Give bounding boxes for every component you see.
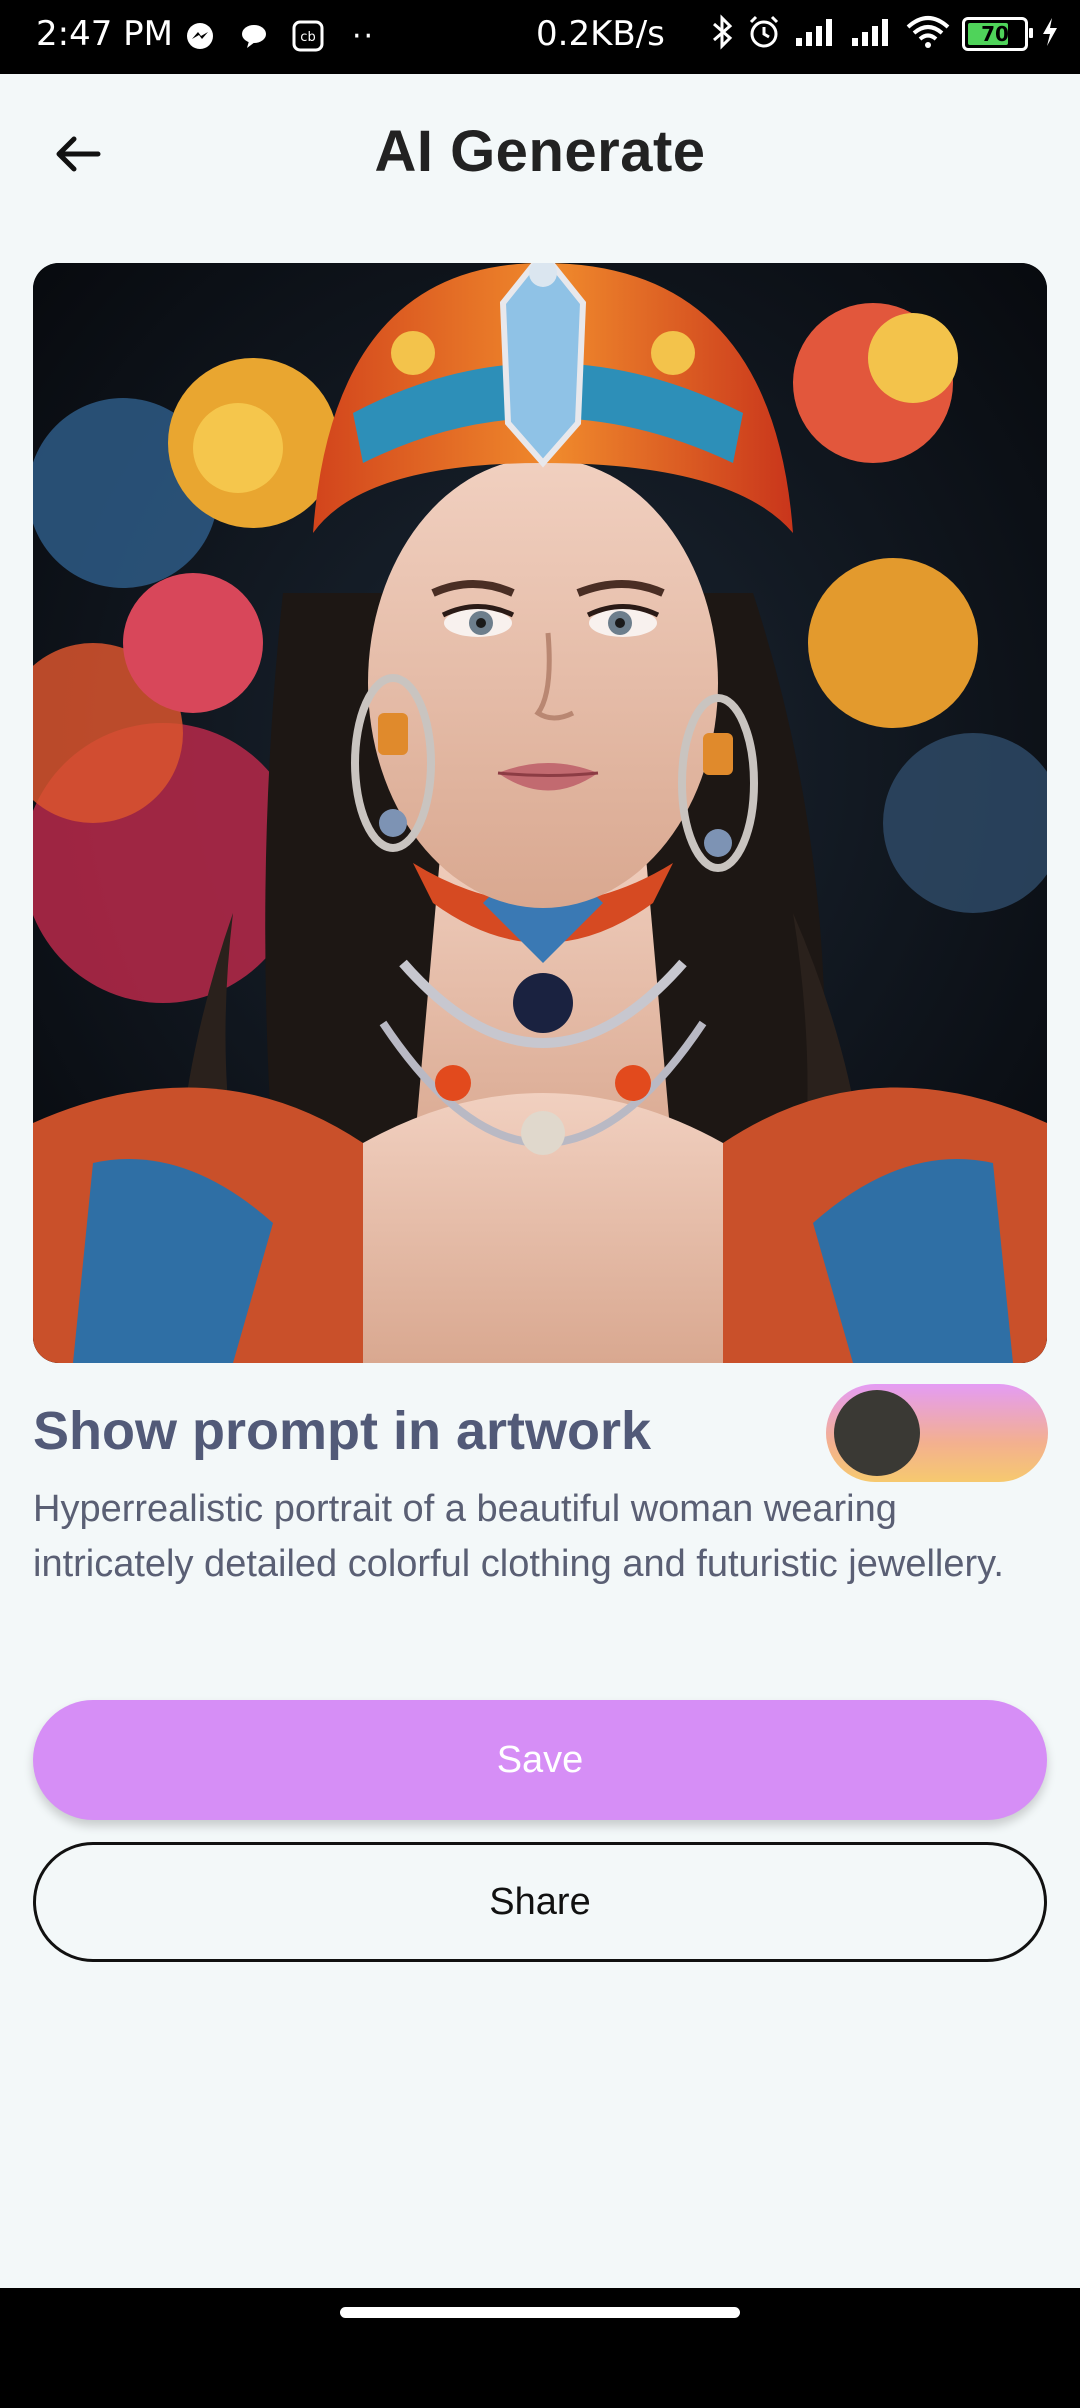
- status-time: 2:47 PM: [36, 14, 173, 54]
- bluetooth-icon: [710, 14, 734, 54]
- prompt-text: Hyperrealistic portrait of a beautiful w…: [33, 1488, 1004, 1585]
- battery-icon: 70: [962, 17, 1033, 51]
- show-prompt-toggle[interactable]: [826, 1384, 1048, 1482]
- messenger-icon: [180, 16, 220, 56]
- page-title: AI Generate: [374, 119, 706, 184]
- signal-icon: [850, 16, 894, 52]
- chat-bubble-icon: [234, 16, 274, 56]
- home-indicator[interactable]: [340, 2307, 740, 2318]
- show-prompt-label: Show prompt in artwork: [33, 1401, 652, 1461]
- cb-app-icon: cb: [288, 16, 328, 56]
- notification-icons: cb ··: [180, 16, 375, 56]
- generated-artwork-image: [33, 263, 1047, 1363]
- charging-icon: [1040, 16, 1060, 52]
- battery-level: 70: [981, 22, 1009, 46]
- system-navigation-bar: [0, 2288, 1080, 2408]
- wifi-icon: [906, 15, 950, 53]
- network-speed: 0.2KB/s: [536, 14, 665, 54]
- alarm-icon: [746, 14, 782, 54]
- signal-icon: [794, 16, 838, 52]
- system-icons: 70: [710, 14, 1060, 54]
- status-bar: 2:47 PM cb ·· 0.2KB/s 70: [0, 0, 1080, 74]
- save-button[interactable]: Save: [33, 1700, 1047, 1820]
- more-dots-icon: ··: [352, 18, 376, 54]
- share-button[interactable]: Share: [33, 1842, 1047, 1962]
- svg-text:cb: cb: [300, 30, 315, 45]
- toggle-knob: [834, 1390, 920, 1476]
